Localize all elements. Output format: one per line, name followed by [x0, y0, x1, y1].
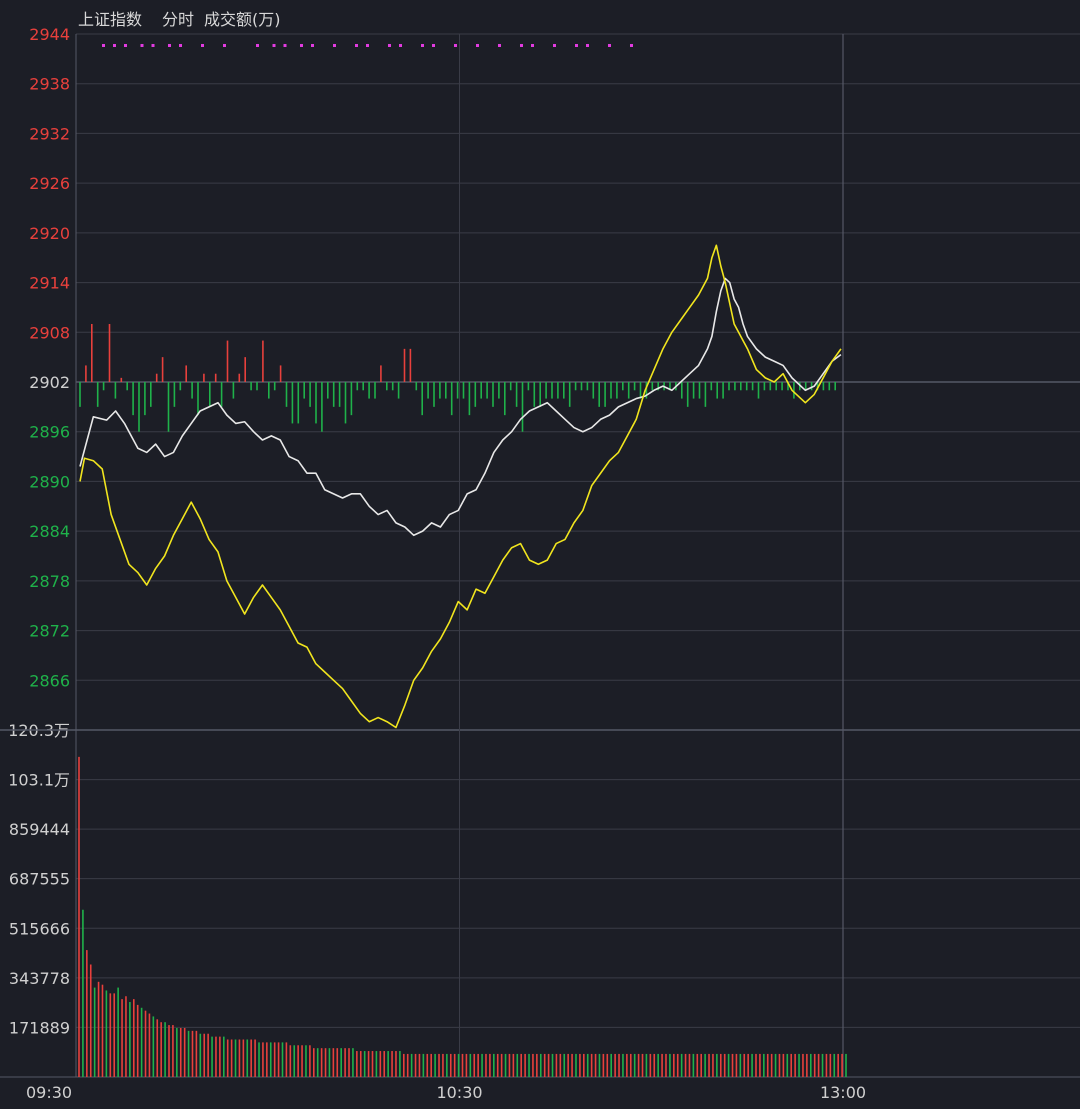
signal-marker — [140, 44, 144, 47]
signal-marker — [476, 44, 479, 47]
average-line — [79, 244, 842, 729]
signal-marker — [179, 44, 182, 47]
volume-tick-label: 859444 — [9, 820, 70, 839]
volume-tick-label: 103.1万 — [8, 771, 70, 790]
price-tick-label: 2872 — [29, 622, 70, 641]
signal-marker — [151, 44, 155, 47]
signal-marker — [168, 44, 171, 47]
signal-marker — [300, 44, 303, 47]
price-line — [79, 277, 842, 537]
price-tick-label: 2884 — [29, 522, 70, 541]
price-tick-label: 2926 — [29, 174, 70, 193]
signal-marker — [531, 44, 534, 47]
time-tick-label: 13:00 — [820, 1083, 866, 1102]
signal-marker — [586, 44, 589, 47]
signal-marker — [311, 44, 314, 47]
signal-marker — [355, 44, 358, 47]
signal-marker — [102, 44, 105, 47]
price-tick-label: 2878 — [29, 572, 70, 591]
signal-marker — [630, 44, 633, 47]
signal-marker — [113, 44, 116, 47]
price-tick-label: 2920 — [29, 224, 70, 243]
time-tick-label: 10:30 — [436, 1083, 482, 1102]
volume-tick-label: 171889 — [9, 1018, 70, 1037]
volume-tick-label: 687555 — [9, 870, 70, 889]
signal-marker — [272, 44, 276, 47]
price-tick-label: 2914 — [29, 274, 70, 293]
price-tick-label: 2908 — [29, 323, 70, 342]
signal-marker — [608, 44, 611, 47]
volume-tick-label: 343778 — [9, 969, 70, 988]
price-tick-label: 2896 — [29, 423, 70, 442]
signal-marker — [366, 44, 369, 47]
intraday-chart[interactable]: 2944 2938 2932 2926 2920 2914 2908 2902 2896 2890… — [0, 0, 1080, 1109]
signal-marker — [283, 44, 287, 47]
price-tick-label: 2866 — [29, 671, 70, 690]
price-tick-label: 2938 — [29, 75, 70, 94]
signal-marker — [553, 44, 556, 47]
price-tick-label: 2902 — [29, 373, 70, 392]
signal-marker — [333, 44, 336, 47]
time-tick-label: 09:30 — [26, 1083, 72, 1102]
price-tick-label: 2890 — [29, 472, 70, 491]
signal-marker — [256, 44, 259, 47]
signal-marker — [399, 44, 402, 47]
signal-marker — [575, 44, 578, 47]
signal-marker — [520, 44, 523, 47]
signal-marker — [454, 44, 457, 47]
signal-marker — [421, 44, 424, 47]
volume-tick-label: 515666 — [9, 919, 70, 938]
signal-marker — [498, 44, 501, 47]
signal-marker — [124, 44, 127, 47]
signal-marker — [201, 44, 204, 47]
signal-marker — [223, 44, 226, 47]
signal-marker — [388, 44, 391, 47]
price-tick-label: 2932 — [29, 124, 70, 143]
price-tick-label: 2944 — [29, 25, 70, 44]
signal-marker — [432, 44, 435, 47]
